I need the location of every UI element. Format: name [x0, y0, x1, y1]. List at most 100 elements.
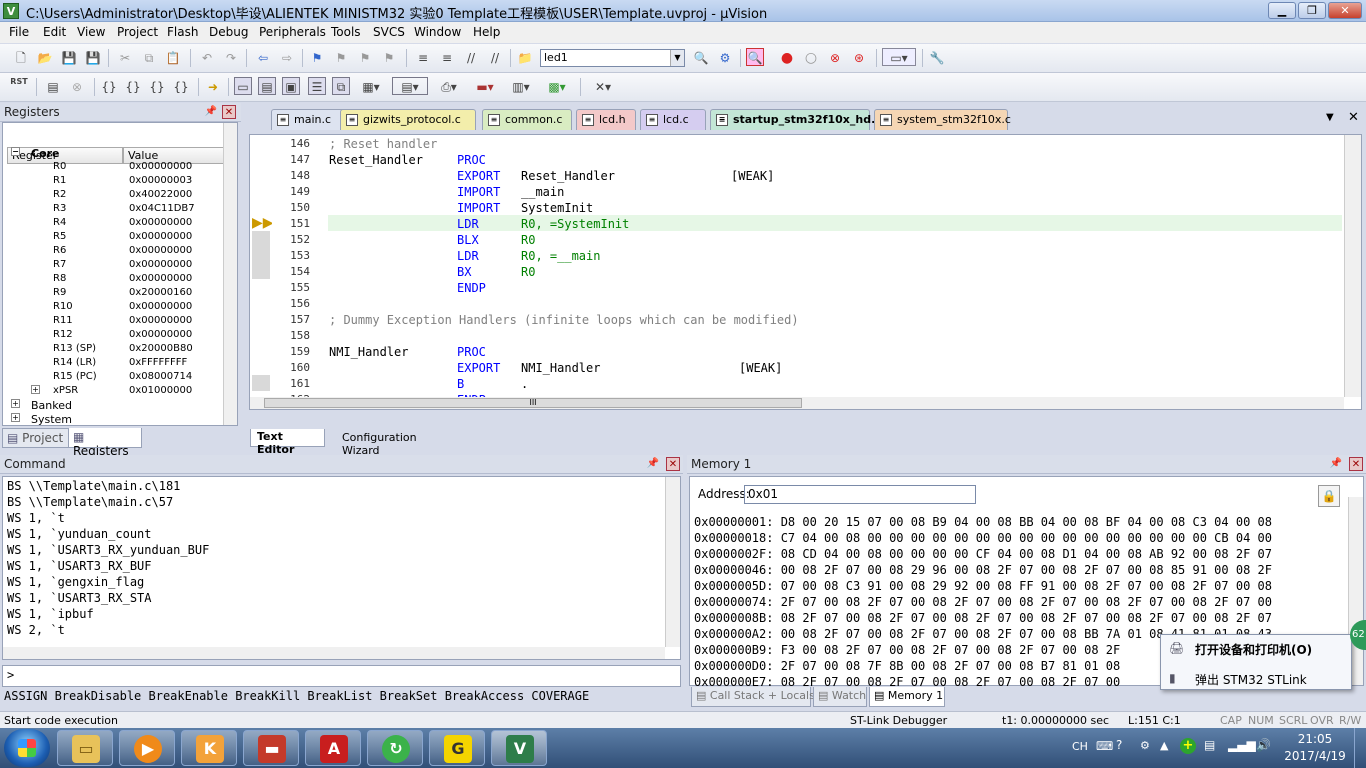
registers-window-icon[interactable]: ☰ — [308, 77, 326, 95]
register-value[interactable]: 0x08000714 — [129, 371, 192, 382]
serial-windows-icon[interactable]: ⎙▾ — [434, 78, 464, 96]
menu-window[interactable]: Window — [414, 25, 461, 39]
collapse-icon[interactable]: − — [11, 147, 20, 156]
save-icon[interactable]: 💾 — [60, 49, 78, 67]
clear-bookmarks-icon[interactable]: ⚑ — [380, 49, 398, 67]
register-value[interactable]: 0x01000000 — [129, 385, 192, 396]
chevron-down-icon[interactable]: ▼ — [670, 50, 684, 66]
copy-icon[interactable]: ⧉ — [140, 49, 158, 67]
memory-row[interactable]: 0x00000018: C7 04 00 08 00 00 00 00 00 0… — [694, 531, 1272, 545]
file-tab[interactable]: ≡ common.c — [482, 109, 572, 130]
memory-tab[interactable]: ▤ Watch 1 — [813, 687, 877, 707]
usb-tray-icon[interactable]: ▤ — [1204, 738, 1215, 752]
redo-icon[interactable]: ↷ — [222, 49, 240, 67]
keyboard-icon[interactable]: ⌨ — [1096, 739, 1113, 753]
memory-row[interactable]: 0x000000D0: 2F 07 00 08 7F 8B 00 08 2F 0… — [694, 659, 1120, 673]
pin-icon[interactable]: 📌 — [1329, 457, 1343, 471]
memory-tab[interactable]: ▤ Call Stack + Locals — [691, 687, 815, 707]
file-tab[interactable]: ≡ system_stm32f10x.c — [874, 109, 1011, 130]
insert-breakpoint-icon[interactable]: ● — [778, 49, 796, 67]
register-value[interactable]: 0x00000000 — [129, 217, 192, 228]
menu-help[interactable]: Help — [473, 25, 500, 39]
bookmark-icon[interactable]: ⚑ — [308, 49, 326, 67]
unindent-icon[interactable]: ≡ — [438, 49, 456, 67]
memory-row[interactable]: 0x0000008B: 08 2F 07 00 08 2F 07 00 08 2… — [694, 611, 1272, 625]
security-tray-icon[interactable]: + — [1180, 738, 1196, 754]
nav-forward-icon[interactable]: ⇨ — [278, 49, 296, 67]
register-value[interactable]: 0xFFFFFFFF — [129, 357, 187, 368]
memory-row[interactable]: 0x00000046: 00 08 2F 07 00 08 29 96 00 0… — [694, 563, 1272, 577]
menu-project[interactable]: Project — [117, 25, 158, 39]
menu-flash[interactable]: Flash — [167, 25, 198, 39]
register-value[interactable]: 0x00000000 — [129, 161, 192, 172]
expand-icon[interactable]: + — [11, 399, 20, 408]
memory-windows-icon[interactable]: ▤▾ — [392, 77, 428, 95]
tab-list-icon[interactable]: ▼ — [1326, 112, 1334, 123]
editor-hscrollbar[interactable]: III — [250, 397, 1344, 409]
show-desktop-button[interactable] — [1354, 728, 1366, 768]
settings-tray-icon[interactable]: ⚙ — [1140, 739, 1150, 752]
new-file-icon[interactable]: 🗋 — [12, 49, 30, 67]
register-value[interactable]: 0x00000000 — [129, 301, 192, 312]
taskbar-gizwits[interactable]: G — [429, 730, 485, 766]
next-bookmark-icon[interactable]: ⚑ — [356, 49, 374, 67]
pin-icon[interactable]: 📌 — [204, 105, 218, 119]
show-next-statement-icon[interactable]: ➜ — [204, 78, 222, 96]
prev-bookmark-icon[interactable]: ⚑ — [332, 49, 350, 67]
tab-project[interactable]: ▤ Project — [2, 428, 70, 448]
expand-icon[interactable]: + — [11, 413, 20, 422]
command-vscrollbar[interactable] — [665, 477, 680, 647]
debug-session-icon[interactable]: 🔍 — [746, 48, 764, 66]
help-icon[interactable]: ? — [1116, 738, 1122, 752]
menu-edit[interactable]: Edit — [43, 25, 66, 39]
command-window-icon[interactable]: ▭ — [234, 77, 252, 95]
taskbar-pdf[interactable]: A — [305, 730, 361, 766]
start-button[interactable] — [4, 729, 50, 767]
memory-row[interactable]: 0x00000001: D8 00 20 15 07 00 08 B9 04 0… — [694, 515, 1272, 529]
step-out-icon[interactable]: {} — [148, 78, 166, 96]
register-value[interactable]: 0x20000B80 — [129, 343, 193, 354]
file-tab[interactable]: ≡ startup_stm32f10x_hd.s — [710, 109, 882, 130]
undo-icon[interactable]: ↶ — [198, 49, 216, 67]
expand-icon[interactable]: + — [31, 385, 40, 394]
menu-tools[interactable]: Tools — [331, 25, 361, 39]
file-tab[interactable]: ≡ lcd.c — [640, 109, 706, 130]
call-stack-window-icon[interactable]: ⧉ — [332, 77, 350, 95]
register-value[interactable]: 0x20000160 — [129, 287, 192, 298]
taskbar-uvision[interactable]: V — [491, 730, 547, 766]
register-value[interactable]: 0x04C11DB7 — [129, 203, 195, 214]
comment-icon[interactable]: // — [462, 49, 480, 67]
reset-cpu-icon[interactable]: RST — [10, 77, 28, 95]
configure-icon[interactable]: 🔧 — [928, 49, 946, 67]
step-over-icon[interactable]: {} — [124, 78, 142, 96]
kill-breakpoints-icon[interactable]: ⊛ — [850, 49, 868, 67]
symbols-window-icon[interactable]: ▣ — [282, 77, 300, 95]
memory-tab[interactable]: ▤ Memory 1 — [869, 687, 945, 707]
show-hidden-icons-icon[interactable]: ▲ — [1160, 739, 1168, 752]
register-value[interactable]: 0x00000000 — [129, 231, 192, 242]
enable-breakpoint-icon[interactable]: ○ — [802, 49, 820, 67]
registers-scrollbar[interactable] — [223, 123, 237, 425]
panel-close-icon[interactable]: ✕ — [1349, 457, 1363, 471]
find-in-files-icon[interactable]: 📁 — [516, 49, 534, 67]
language-indicator[interactable]: CH — [1072, 740, 1088, 753]
stop-icon[interactable]: ⊗ — [68, 78, 86, 96]
incremental-find-icon[interactable]: ⚙ — [716, 49, 734, 67]
menu-file[interactable]: File — [9, 25, 29, 39]
panel-close-icon[interactable]: ✕ — [666, 457, 680, 471]
run-to-cursor-icon[interactable]: {} — [172, 78, 190, 96]
indent-icon[interactable]: ≡ — [414, 49, 432, 67]
volume-icon[interactable]: 🔊 — [1256, 738, 1271, 752]
taskbar-explorer[interactable]: ▭ — [57, 730, 113, 766]
close-editor-icon[interactable]: ✕ — [1348, 110, 1359, 125]
register-value[interactable]: 0x00000000 — [129, 259, 192, 270]
open-devices-printers-item[interactable]: 打开设备和打印机(O) — [1195, 641, 1312, 658]
memory-row[interactable]: 0x0000005D: 07 00 08 C3 91 00 08 29 92 0… — [694, 579, 1272, 593]
analysis-windows-icon[interactable]: ▬▾ — [470, 78, 500, 96]
file-tab[interactable]: ≡ gizwits_protocol.c — [340, 109, 476, 130]
pin-icon[interactable]: 📌 — [646, 457, 660, 471]
find-icon[interactable]: 🔍 — [692, 49, 710, 67]
watch-windows-icon[interactable]: ▦▾ — [356, 78, 386, 96]
paste-icon[interactable]: 📋 — [164, 49, 182, 67]
editor-vscrollbar[interactable] — [1344, 135, 1361, 397]
